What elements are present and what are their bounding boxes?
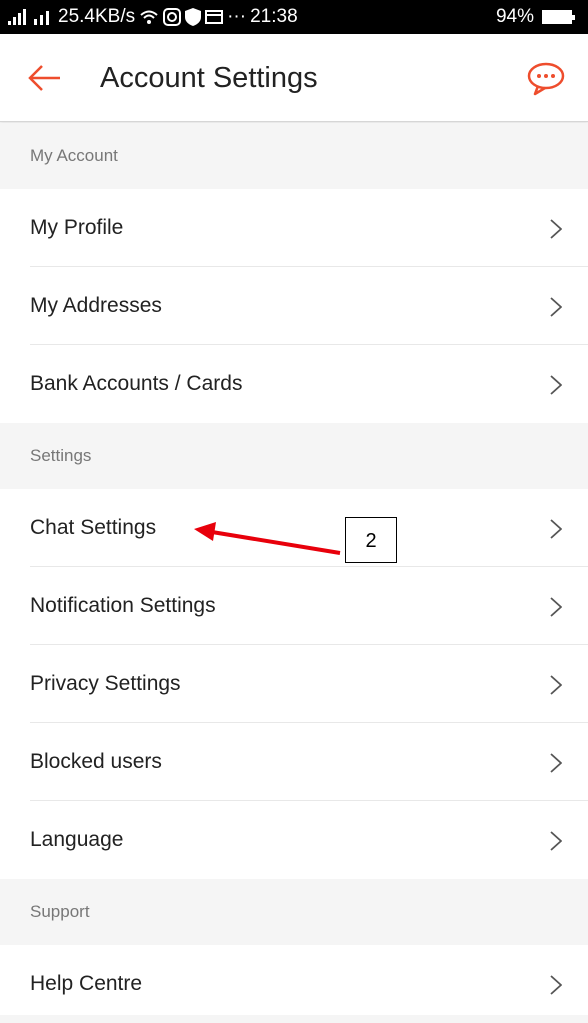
arrow-left-icon[interactable] bbox=[28, 64, 62, 92]
battery-percent: 94% bbox=[495, 6, 534, 27]
section-header-settings: Settings bbox=[0, 423, 588, 489]
menu-item-help-centre[interactable]: Help Centre bbox=[0, 945, 588, 1015]
status-more: ··· bbox=[227, 6, 247, 27]
shield-icon bbox=[185, 8, 202, 26]
battery-icon bbox=[542, 10, 575, 24]
app-bar: Account Settings bbox=[0, 34, 588, 122]
menu-item-blocked-users[interactable]: Blocked users bbox=[0, 723, 588, 801]
menu-item-privacy-settings[interactable]: Privacy Settings bbox=[0, 645, 588, 723]
menu-item-label: Bank Accounts / Cards bbox=[30, 372, 243, 395]
menu-item-label: My Addresses bbox=[30, 294, 162, 317]
menu-item-label: Blocked users bbox=[30, 750, 162, 773]
status-time: 21:38 bbox=[250, 6, 298, 27]
menu-item-notification-settings[interactable]: Notification Settings bbox=[0, 567, 588, 645]
network-speed: 25.4KB/s bbox=[58, 6, 136, 27]
chevron-right-icon bbox=[550, 753, 562, 773]
page-title: Account Settings bbox=[100, 62, 318, 94]
chevron-right-icon bbox=[550, 675, 562, 695]
menu-item-bank-accounts[interactable]: Bank Accounts / Cards bbox=[0, 345, 588, 423]
wifi-icon bbox=[140, 10, 158, 24]
chevron-right-icon bbox=[550, 297, 562, 317]
menu-item-label: Chat Settings bbox=[30, 516, 157, 539]
chevron-right-icon bbox=[550, 831, 562, 851]
chevron-right-icon bbox=[550, 597, 562, 617]
instagram-icon bbox=[163, 8, 182, 26]
menu-item-label: Notification Settings bbox=[30, 594, 216, 617]
signal-icon bbox=[8, 9, 26, 25]
menu-item-label: My Profile bbox=[30, 216, 124, 239]
menu-item-label: Privacy Settings bbox=[30, 672, 181, 695]
annotation-label: 2 bbox=[345, 517, 397, 563]
status-bar: 25.4KB/s ··· 21:38 94% bbox=[0, 0, 588, 34]
annotation-arrow-icon bbox=[194, 522, 341, 555]
section-header-support: Support bbox=[0, 879, 588, 945]
chevron-right-icon bbox=[550, 219, 562, 239]
chevron-right-icon bbox=[550, 375, 562, 395]
menu-item-my-profile[interactable]: My Profile bbox=[0, 189, 588, 267]
status-left: 25.4KB/s ··· 21:38 bbox=[8, 6, 298, 28]
menu-item-my-addresses[interactable]: My Addresses bbox=[0, 267, 588, 345]
chevron-right-icon bbox=[550, 519, 562, 539]
section-header-my-account: My Account bbox=[0, 123, 588, 189]
chevron-right-icon bbox=[550, 975, 562, 995]
status-right: 94% bbox=[495, 6, 575, 28]
message-icon bbox=[205, 10, 224, 24]
menu-item-language[interactable]: Language bbox=[0, 801, 588, 879]
menu-item-label: Help Centre bbox=[30, 972, 143, 995]
signal-icon-secondary bbox=[34, 11, 49, 25]
chat-bubble-icon[interactable] bbox=[526, 60, 566, 96]
menu-item-label: Language bbox=[30, 828, 124, 851]
